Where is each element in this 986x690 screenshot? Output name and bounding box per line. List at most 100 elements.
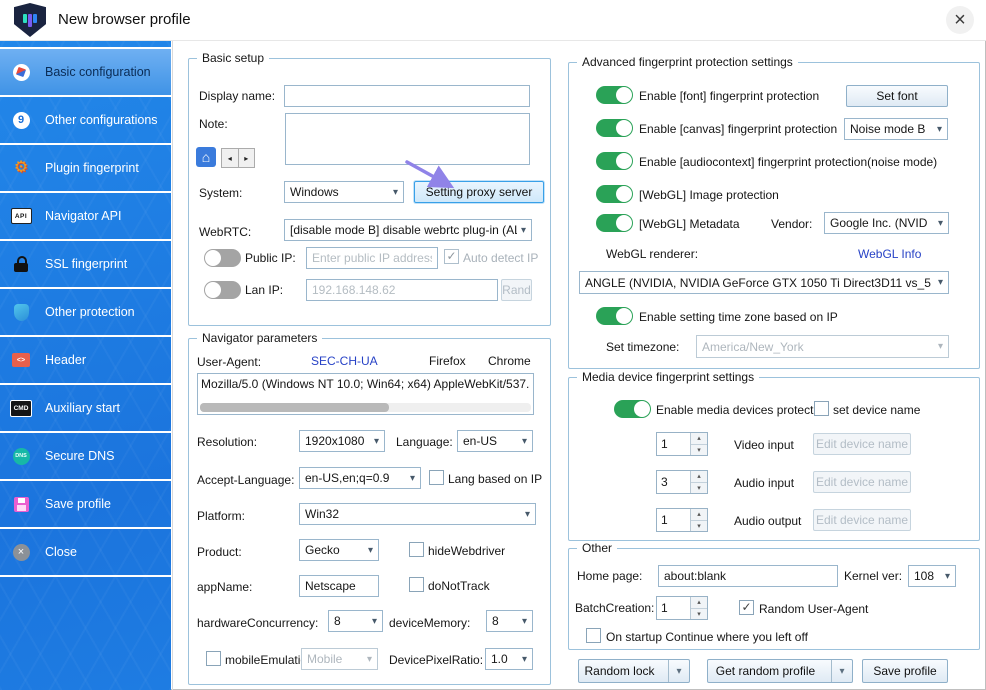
sidebar-item-save-profile[interactable]: Save profile xyxy=(0,481,171,529)
random-user-agent-label: Random User-Agent xyxy=(759,602,869,616)
sidebar-item-ssl-fingerprint[interactable]: SSL fingerprint xyxy=(0,241,171,289)
system-dropdown[interactable]: Windows ▾ xyxy=(284,181,404,203)
timezone-by-ip-toggle[interactable] xyxy=(596,307,633,325)
chevron-down-icon: ▾ xyxy=(371,615,377,627)
mobile-emulation-checkbox[interactable] xyxy=(206,651,221,666)
webrtc-dropdown[interactable]: [disable mode B] disable webrtc plug-in … xyxy=(284,219,532,241)
close-icon[interactable]: × xyxy=(946,6,974,34)
home-page-input[interactable] xyxy=(658,565,838,587)
set-font-button[interactable]: Set font xyxy=(846,85,948,107)
sidebar-item-secure-dns[interactable]: DNS Secure DNS xyxy=(0,433,171,481)
kernel-ver-dropdown[interactable]: 108 ▾ xyxy=(908,565,956,587)
sidebar-item-label: Auxiliary start xyxy=(45,401,121,415)
get-random-profile-button[interactable]: Get random profile ▾ xyxy=(707,659,853,683)
other-group: Other Home page: Kernel ver: 108▾ BatchC… xyxy=(568,541,980,650)
sidebar-item-plugin-fingerprint[interactable]: ⚙ Plugin fingerprint xyxy=(0,145,171,193)
do-not-track-checkbox[interactable] xyxy=(409,577,424,592)
group-legend: Media device fingerprint settings xyxy=(577,370,760,385)
sec-ch-ua-link[interactable]: SEC-CH-UA xyxy=(311,354,378,368)
sidebar-item-basic-configuration[interactable]: Basic configuration xyxy=(0,49,171,97)
platform-dropdown[interactable]: Win32 ▾ xyxy=(299,503,536,525)
arrow-right-icon[interactable]: ▸ xyxy=(239,149,255,167)
edit-audio-output-device-button[interactable]: Edit device name xyxy=(813,509,911,531)
vendor-dropdown[interactable]: Google Inc. (NVID ▾ xyxy=(824,212,949,234)
lan-ip-input[interactable] xyxy=(306,279,498,301)
accept-language-dropdown[interactable]: en-US,en;q=0.9 ▾ xyxy=(299,467,421,489)
hardware-concurrency-dropdown[interactable]: 8 ▾ xyxy=(328,610,383,632)
navigator-parameters-group: Navigator parameters User-Agent: SEC-CH-… xyxy=(188,331,551,685)
chevron-down-icon: ▾ xyxy=(366,653,372,665)
random-user-agent-checkbox[interactable]: ✓ xyxy=(739,600,754,615)
lan-ip-label: Lan IP: xyxy=(245,283,284,297)
product-label: Product: xyxy=(197,545,242,559)
sidebar-item-header[interactable]: <> Header xyxy=(0,337,171,385)
chevron-down-icon[interactable]: ▾ xyxy=(668,660,689,682)
video-input-count-stepper[interactable]: 1 ▴ ▾ xyxy=(656,432,708,456)
sidebar-item-close[interactable]: × Close xyxy=(0,529,171,577)
product-dropdown[interactable]: Gecko ▾ xyxy=(299,539,379,561)
home-page-label: Home page: xyxy=(577,569,643,583)
language-dropdown[interactable]: en-US ▾ xyxy=(457,430,533,452)
scrollbar-thumb[interactable] xyxy=(200,403,389,412)
sidebar-item-other-protection[interactable]: Other protection xyxy=(0,289,171,337)
font-protection-label: Enable [font] fingerprint protection xyxy=(639,89,820,103)
sidebar-item-auxiliary-start[interactable]: CMD Auxiliary start xyxy=(0,385,171,433)
random-lock-button[interactable]: Random lock ▾ xyxy=(578,659,690,683)
device-memory-dropdown[interactable]: 8 ▾ xyxy=(486,610,533,632)
lang-based-on-ip-label: Lang based on IP xyxy=(448,472,543,486)
canvas-protection-toggle[interactable] xyxy=(596,119,633,137)
canvas-noise-mode-dropdown[interactable]: Noise mode B ▾ xyxy=(844,118,948,140)
note-input[interactable] xyxy=(285,113,530,165)
device-pixel-ratio-dropdown[interactable]: 1.0 ▾ xyxy=(485,648,533,670)
chevron-down-icon[interactable]: ▾ xyxy=(831,660,852,682)
audiocontext-protection-toggle[interactable] xyxy=(596,152,633,170)
edit-audio-input-device-button[interactable]: Edit device name xyxy=(813,471,911,493)
resolution-dropdown[interactable]: 1920x1080 ▾ xyxy=(299,430,385,452)
webgl-image-toggle[interactable] xyxy=(596,185,633,203)
set-timezone-label: Set timezone: xyxy=(606,340,680,354)
font-protection-toggle[interactable] xyxy=(596,86,633,104)
lang-based-on-ip-checkbox[interactable] xyxy=(429,470,444,485)
group-legend: Basic setup xyxy=(197,51,270,66)
arrow-left-icon[interactable]: ◂ xyxy=(222,149,239,167)
mobile-emulation-label: mobileEmulatio xyxy=(225,653,308,667)
auto-detect-ip-label: Auto detect IP xyxy=(463,251,539,265)
webgl-renderer-dropdown[interactable]: ANGLE (NVIDIA, NVIDIA GeForce GTX 1050 T… xyxy=(579,271,949,294)
edit-video-device-button[interactable]: Edit device name xyxy=(813,433,911,455)
webrtc-label: WebRTC: xyxy=(199,225,252,239)
rand-button[interactable]: Rand xyxy=(501,279,532,301)
lan-ip-toggle[interactable] xyxy=(204,281,241,299)
home-icon[interactable]: ⌂ xyxy=(196,147,216,167)
audio-output-count-stepper[interactable]: 1 ▴ ▾ xyxy=(656,508,708,532)
user-agent-input[interactable]: Mozilla/5.0 (Windows NT 10.0; Win64; x64… xyxy=(197,373,534,415)
batch-creation-stepper[interactable]: 1 ▴ ▾ xyxy=(656,596,708,620)
compass-icon xyxy=(10,61,32,83)
sidebar-item-navigator-api[interactable]: API Navigator API xyxy=(0,193,171,241)
public-ip-input[interactable] xyxy=(306,247,438,269)
appname-input[interactable] xyxy=(299,575,379,597)
save-profile-button[interactable]: Save profile xyxy=(862,659,948,683)
firefox-link[interactable]: Firefox xyxy=(429,354,466,368)
chevron-down-icon: ▾ xyxy=(521,615,527,627)
media-devices-toggle[interactable] xyxy=(614,400,651,418)
set-device-name-checkbox[interactable] xyxy=(814,401,829,416)
sidebar-item-other-configurations[interactable]: 9 Other configurations xyxy=(0,97,171,145)
chrome-link[interactable]: Chrome xyxy=(488,354,531,368)
note-nav-arrows: ◂ ▸ xyxy=(221,148,255,168)
chevron-down-icon: ▾ xyxy=(520,224,526,236)
webgl-metadata-toggle[interactable] xyxy=(596,214,633,232)
startup-continue-checkbox[interactable] xyxy=(586,628,601,643)
cmd-icon: CMD xyxy=(10,397,32,419)
display-name-input[interactable] xyxy=(284,85,530,107)
audio-input-count-stepper[interactable]: 3 ▴ ▾ xyxy=(656,470,708,494)
auto-detect-ip-checkbox[interactable]: ✓ xyxy=(444,249,459,264)
timezone-dropdown[interactable]: America/New_York ▾ xyxy=(696,335,949,358)
system-label: System: xyxy=(199,186,243,200)
sidebar-item-label: Secure DNS xyxy=(45,449,115,463)
user-agent-value[interactable]: Mozilla/5.0 (Windows NT 10.0; Win64; x64… xyxy=(201,377,530,391)
hide-webdriver-checkbox[interactable] xyxy=(409,542,424,557)
mobile-emulation-dropdown[interactable]: Mobile ▾ xyxy=(301,648,378,670)
public-ip-toggle[interactable] xyxy=(204,249,241,267)
webgl-info-link[interactable]: WebGL Info xyxy=(858,247,921,261)
setting-proxy-server-button[interactable]: Setting proxy server xyxy=(414,181,544,203)
